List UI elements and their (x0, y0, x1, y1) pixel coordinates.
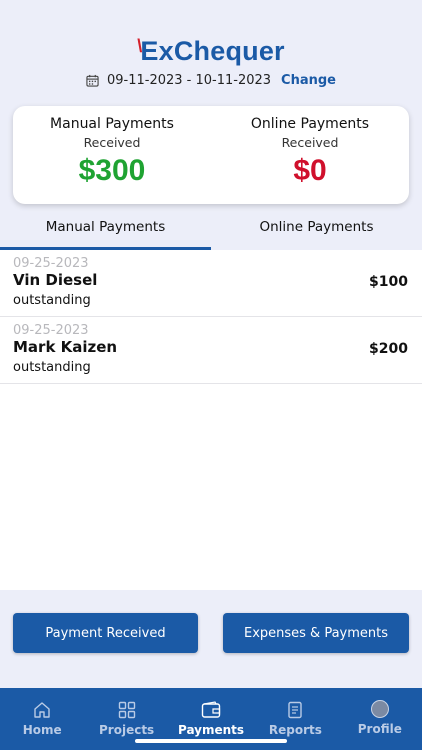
logo-tick: \ (137, 36, 143, 56)
nav-reports-label: Reports (268, 723, 322, 737)
payments-list: 09-25-2023 Vin Diesel outstanding $100 0… (0, 250, 422, 590)
change-date-link[interactable]: Change (281, 73, 336, 88)
report-icon (288, 701, 303, 719)
online-summary-title: Online Payments (250, 116, 370, 132)
tab-online-payments[interactable]: Online Payments (211, 210, 422, 250)
header: \ExChequer 09-11-2023 - 10-11-2023 Chang… (0, 0, 422, 250)
payment-date: 09-25-2023 (13, 323, 89, 338)
payment-date: 09-25-2023 (13, 256, 89, 271)
nav-profile[interactable]: Profile (338, 688, 422, 750)
nav-profile-label: Profile (357, 722, 402, 736)
app-logo: \ExChequer (0, 36, 422, 67)
date-range-row: 09-11-2023 - 10-11-2023 Change (0, 73, 422, 88)
avatar (370, 700, 389, 718)
manual-summary-amount: $300 (78, 154, 146, 187)
home-icon (34, 702, 50, 718)
home-indicator (135, 739, 287, 743)
list-item[interactable]: 09-25-2023 Vin Diesel outstanding $100 (0, 250, 422, 317)
nav-home[interactable]: Home (0, 688, 84, 750)
payment-tabs: Manual Payments Online Payments (0, 210, 422, 250)
payment-received-button[interactable]: Payment Received (13, 613, 198, 653)
nav-payments-label: Payments (177, 723, 245, 737)
online-summary-amount: $0 (293, 154, 327, 187)
date-range-text: 09-11-2023 - 10-11-2023 (106, 73, 272, 88)
expenses-payments-button[interactable]: Expenses & Payments (223, 613, 409, 653)
tab-manual-payments[interactable]: Manual Payments (0, 210, 211, 250)
payment-amount: $200 (369, 341, 408, 357)
online-summary: Online Payments Received $0 (211, 106, 409, 204)
payer-name: Vin Diesel (13, 271, 98, 289)
online-summary-subtitle: Received (281, 135, 339, 150)
nav-projects-label: Projects (99, 723, 155, 737)
payments-summary-card: Manual Payments Received $300 Online Pay… (13, 106, 409, 204)
logo-text: ExChequer (140, 36, 285, 66)
nav-home-label: Home (22, 723, 62, 737)
payment-status: outstanding (13, 360, 91, 375)
payment-status: outstanding (13, 293, 91, 308)
bottom-nav: Home Projects Payments Reports Profile (0, 688, 422, 750)
manual-summary: Manual Payments Received $300 (13, 106, 211, 204)
list-item[interactable]: 09-25-2023 Mark Kaizen outstanding $200 (0, 317, 422, 384)
calendar-icon (86, 74, 99, 87)
manual-summary-title: Manual Payments (50, 116, 174, 132)
manual-summary-subtitle: Received (83, 135, 141, 150)
payer-name: Mark Kaizen (13, 338, 118, 356)
grid-icon (118, 701, 135, 719)
wallet-icon (201, 701, 221, 718)
payment-amount: $100 (369, 274, 408, 290)
